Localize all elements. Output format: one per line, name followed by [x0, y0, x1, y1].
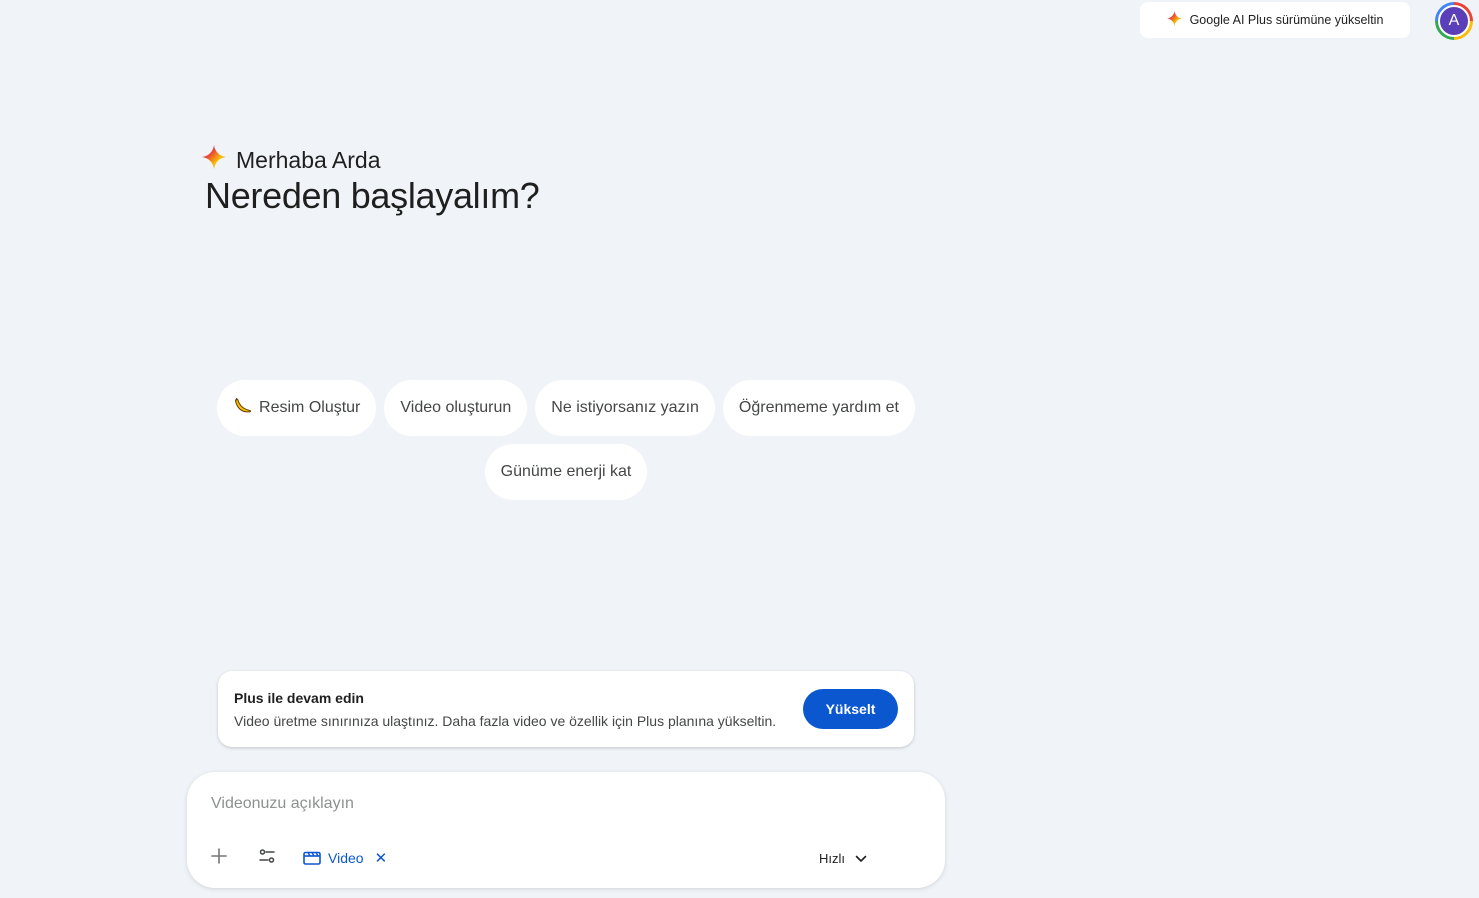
greeting: Merhaba Arda	[202, 145, 380, 175]
banana-icon	[233, 396, 253, 421]
suggestion-chips: Resim Oluştur Video oluşturun Ne istiyor…	[210, 380, 922, 500]
tools-button[interactable]	[253, 844, 281, 872]
video-tool-chip[interactable]: Video ✕	[303, 844, 387, 872]
avatar: A	[1438, 5, 1470, 37]
prompt-input[interactable]	[211, 792, 911, 816]
chip-label: Günüme enerji kat	[500, 463, 632, 480]
prompt-composer: Video ✕ Hızlı	[187, 772, 945, 888]
chip-create-video[interactable]: Video oluşturun	[384, 380, 528, 436]
account-avatar-button[interactable]: A	[1435, 2, 1473, 40]
model-speed-dropdown[interactable]: Hızlı	[819, 844, 867, 872]
limit-notice-card: Plus ile devam edin Video üretme sınırın…	[218, 671, 914, 747]
chip-help-me-learn[interactable]: Öğrenmeme yardım et	[722, 380, 915, 436]
chip-label: Video oluşturun	[400, 399, 512, 416]
plus-icon	[210, 847, 228, 870]
tune-icon	[258, 847, 276, 870]
greeting-text: Merhaba Arda	[236, 146, 381, 173]
upgrade-button[interactable]: Yükselt	[803, 689, 898, 729]
gemini-sparkle-icon	[1166, 11, 1182, 29]
chip-label: Ne istiyorsanız yazın	[551, 399, 699, 416]
notice-title: Plus ile devam edin	[234, 689, 364, 706]
notice-text: Plus ile devam edin Video üretme sınırın…	[234, 690, 776, 729]
chip-create-image[interactable]: Resim Oluştur	[217, 380, 377, 436]
speed-label: Hızlı	[819, 850, 845, 866]
notice-description: Video üretme sınırınıza ulaştınız. Daha …	[234, 712, 777, 729]
close-icon[interactable]: ✕	[375, 849, 388, 867]
chip-label: Resim Oluştur	[259, 399, 361, 416]
upgrade-plan-button[interactable]: Google AI Plus sürümüne yükseltin	[1140, 2, 1410, 38]
video-tool-label: Video	[328, 850, 364, 866]
page-title: Nereden başlayalım?	[205, 175, 540, 216]
chip-label: Öğrenmeme yardım et	[738, 399, 899, 416]
chip-energize-my-day[interactable]: Günüme enerji kat	[484, 444, 648, 500]
chevron-down-icon	[855, 851, 867, 866]
chip-write-anything[interactable]: Ne istiyorsanız yazın	[535, 380, 715, 436]
add-attachment-button[interactable]	[205, 844, 233, 872]
gemini-sparkle-icon	[202, 145, 226, 175]
upgrade-plan-label: Google AI Plus sürümüne yükseltin	[1189, 13, 1384, 27]
clapperboard-icon	[303, 849, 321, 868]
